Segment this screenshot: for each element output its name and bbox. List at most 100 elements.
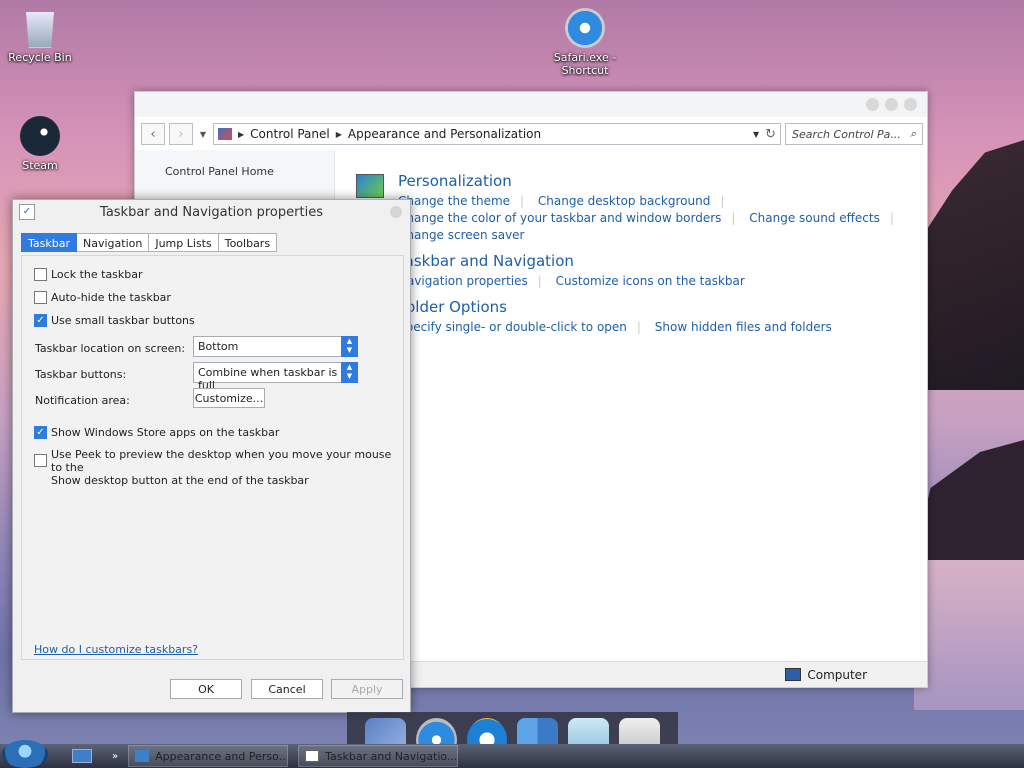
section-personalization: Personalization Change the theme | Change…: [398, 172, 904, 244]
checkbox-box-checked[interactable]: ✓: [34, 426, 47, 439]
link-change-background[interactable]: Change desktop background: [538, 194, 710, 208]
location-select[interactable]: Bottom ▲ ▼: [193, 336, 358, 357]
taskbar-properties-dialog: ✓ Taskbar and Navigation properties Task…: [12, 199, 411, 713]
checkbox-box[interactable]: [34, 268, 47, 281]
heading-folder-options[interactable]: Folder Options: [398, 298, 842, 316]
tab-toolbars[interactable]: Toolbars: [218, 233, 278, 252]
checkbox-lock-taskbar[interactable]: Lock the taskbar: [34, 268, 143, 281]
checkbox-label: Show Windows Store apps on the taskbar: [51, 426, 280, 439]
checkbox-small-buttons[interactable]: ✓ Use small taskbar buttons: [34, 314, 195, 327]
personalization-icon: [356, 174, 384, 198]
link-screen-saver[interactable]: Change screen saver: [398, 228, 525, 242]
start-button[interactable]: [2, 740, 48, 768]
search-box[interactable]: Search Control Pa... ⌕: [785, 123, 923, 145]
search-icon[interactable]: ⌕: [910, 127, 916, 141]
tab-navigation[interactable]: Navigation: [77, 233, 150, 252]
desktop-icon-steam[interactable]: Steam: [0, 116, 80, 172]
desktop-icon-safari[interactable]: Safari.exe - Shortcut: [544, 8, 626, 77]
checkbox-box[interactable]: [34, 454, 47, 467]
status-text: Computer: [807, 667, 867, 682]
window-controls: [866, 98, 917, 111]
safari-icon: [565, 8, 605, 48]
heading-personalization[interactable]: Personalization: [398, 172, 904, 190]
select-spin-icon[interactable]: ▲ ▼: [341, 336, 358, 357]
ok-button[interactable]: OK: [170, 679, 242, 699]
taskbar-tab-panel: Lock the taskbar Auto-hide the taskbar ✓…: [21, 255, 404, 660]
navigation-bar: ‹ › ▼ ▶ Control Panel ▶ Appearance and P…: [141, 122, 923, 146]
wallpaper-water: [914, 560, 1024, 710]
link-navigation-properties[interactable]: Navigation properties: [398, 274, 528, 288]
chevron-left-icon: ‹: [150, 126, 156, 142]
address-dropdown-icon[interactable]: ▼: [753, 130, 759, 139]
tab-jump-lists[interactable]: Jump Lists: [149, 233, 219, 252]
checkbox-label: Lock the taskbar: [51, 268, 143, 281]
computer-icon: [785, 668, 802, 681]
cp-titlebar[interactable]: [135, 92, 927, 117]
heading-taskbar-navigation[interactable]: Taskbar and Navigation: [398, 252, 755, 270]
chevron-right-icon[interactable]: »: [112, 751, 118, 762]
cp-main-pane: Personalization Change the theme | Change…: [336, 150, 927, 661]
link-customize-icons[interactable]: Customize icons on the taskbar: [556, 274, 745, 288]
tab-taskbar[interactable]: Taskbar: [21, 233, 77, 252]
link-hidden-files[interactable]: Show hidden files and folders: [655, 320, 832, 334]
apply-button[interactable]: Apply: [331, 679, 403, 699]
close-button[interactable]: [904, 98, 917, 111]
recent-pages-dropdown[interactable]: ▼: [197, 130, 209, 139]
checkbox-label: Auto-hide the taskbar: [51, 291, 171, 304]
link-click-to-open[interactable]: Specify single- or double-click to open: [398, 320, 627, 334]
desktop-icon-recycle-bin[interactable]: Recycle Bin: [0, 8, 80, 64]
checkbox-peek[interactable]: Use Peek to preview the desktop when you…: [34, 448, 403, 487]
checkbox-box-checked[interactable]: ✓: [34, 314, 47, 327]
breadcrumb-separator-icon[interactable]: ▶: [336, 130, 342, 139]
checkbox-label-line1: Use Peek to preview the desktop when you…: [51, 448, 392, 474]
address-bar[interactable]: ▶ Control Panel ▶ Appearance and Persona…: [213, 123, 781, 145]
desktop-icon-label: Safari.exe - Shortcut: [553, 51, 617, 77]
breadcrumb-appearance[interactable]: Appearance and Personalization: [348, 127, 541, 141]
wallpaper-rocks: [914, 440, 1024, 560]
control-panel-icon: [218, 128, 232, 140]
breadcrumb-control-panel[interactable]: Control Panel: [250, 127, 330, 141]
cancel-button[interactable]: Cancel: [251, 679, 323, 699]
section-folder-options: Folder Options Specify single- or double…: [398, 298, 842, 336]
checkbox-label-line2: Show desktop button at the end of the ta…: [51, 474, 309, 487]
taskbar-item-label: Taskbar and Navigatio...: [325, 749, 458, 763]
control-panel-icon: [135, 750, 150, 762]
taskbar: » Appearance and Perso... Taskbar and Na…: [0, 740, 1024, 768]
link-change-theme[interactable]: Change the theme: [398, 194, 510, 208]
dialog-title: Taskbar and Navigation properties: [100, 204, 323, 220]
checkbox-label: Use small taskbar buttons: [51, 314, 195, 327]
help-link[interactable]: How do I customize taskbars?: [34, 643, 198, 656]
checkbox-app-icon: [305, 750, 320, 762]
steam-icon: [20, 116, 60, 156]
link-change-color[interactable]: Change the color of your taskbar and win…: [398, 211, 721, 225]
dialog-close-button[interactable]: [390, 206, 402, 218]
desktop-icon-label: Steam: [22, 159, 58, 172]
link-change-sound[interactable]: Change sound effects: [749, 211, 880, 225]
taskbar-item-control-panel[interactable]: Appearance and Perso...: [128, 745, 289, 767]
taskbar-item-properties[interactable]: Taskbar and Navigatio...: [298, 745, 459, 767]
desktop-icon-label: Recycle Bin: [8, 51, 72, 64]
checkbox-store-apps[interactable]: ✓ Show Windows Store apps on the taskbar: [34, 426, 279, 439]
dialog-titlebar[interactable]: ✓ Taskbar and Navigation properties: [13, 200, 410, 224]
control-panel-home-link[interactable]: Control Panel Home: [165, 165, 274, 178]
maximize-button[interactable]: [885, 98, 898, 111]
search-placeholder: Search Control Pa...: [792, 127, 901, 141]
recycle-bin-icon: [26, 12, 54, 48]
select-spin-icon[interactable]: ▲ ▼: [341, 362, 358, 383]
location-label: Taskbar location on screen:: [35, 342, 186, 355]
checkbox-box[interactable]: [34, 291, 47, 304]
checkbox-auto-hide[interactable]: Auto-hide the taskbar: [34, 291, 171, 304]
customize-button[interactable]: Customize...: [193, 388, 265, 408]
forward-button[interactable]: ›: [169, 123, 193, 145]
refresh-icon[interactable]: ↻: [765, 127, 776, 142]
buttons-label: Taskbar buttons:: [35, 368, 127, 381]
buttons-select[interactable]: Combine when taskbar is full ▲ ▼: [193, 362, 358, 392]
dialog-app-icon: ✓: [19, 204, 35, 220]
breadcrumb-separator-icon[interactable]: ▶: [238, 130, 244, 139]
chevron-right-icon: ›: [178, 126, 184, 142]
minimize-button[interactable]: [866, 98, 879, 111]
show-desktop-icon[interactable]: [72, 749, 92, 763]
section-taskbar-navigation: Taskbar and Navigation Navigation proper…: [398, 252, 755, 290]
back-button[interactable]: ‹: [141, 123, 165, 145]
location-value: Bottom: [198, 340, 239, 353]
